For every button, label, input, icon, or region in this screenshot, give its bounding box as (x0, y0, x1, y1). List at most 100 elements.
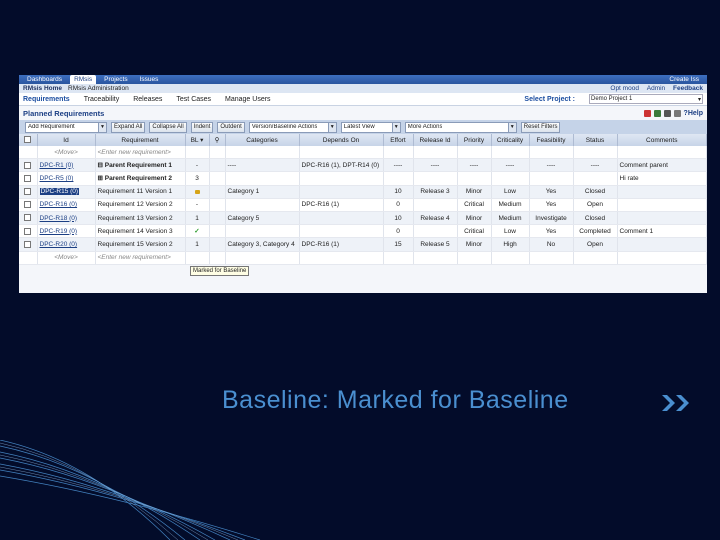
row-checkbox[interactable] (19, 185, 38, 199)
table-row[interactable]: DPC-R1 (0) ⊟ Parent Requirement 1- ---- DPC… (19, 158, 707, 173)
collapse-all-button[interactable]: Collapse All (149, 121, 187, 133)
latest-view-dropdown[interactable]: Latest View ▼ (340, 121, 401, 133)
cell-cat (225, 224, 300, 239)
cell-status: ---- (573, 158, 618, 173)
rmsis-home-link[interactable]: RMsis Home (23, 85, 62, 92)
select-all-checkbox[interactable] (19, 134, 38, 146)
row-checkbox[interactable] (19, 211, 38, 226)
cell-crit (491, 171, 530, 186)
row-checkbox[interactable] (19, 198, 38, 212)
row-checkbox[interactable] (19, 251, 38, 265)
cell-rel (413, 251, 458, 265)
new-requirement-row[interactable]: <Move> <Enter new requirement> (19, 251, 707, 265)
settings-icon[interactable] (663, 109, 671, 117)
project-select[interactable]: Demo Project 1 ▾ (589, 94, 703, 104)
col-header-categories[interactable]: Categories (225, 134, 300, 146)
col-header-effort[interactable]: Effort (383, 134, 414, 146)
table-row[interactable]: DPC-R19 (0) Requirement 14 Version 3 ✓ 0 Cri… (19, 224, 707, 239)
feedback-link[interactable]: Feedback (673, 85, 703, 92)
table-row[interactable]: DPC-R20 (0) Requirement 15 Version 2 1 Cate… (19, 237, 707, 252)
cell-req[interactable]: ⊞ Parent Requirement 2 (95, 171, 186, 186)
col-header-bl[interactable]: BL ▾ (185, 134, 210, 146)
cell-bl[interactable]: 1 (185, 211, 210, 226)
col-header-comments[interactable]: Comments (617, 134, 707, 146)
cell-req[interactable]: Requirement 11 Version 1 (95, 185, 186, 199)
col-header-status[interactable]: Status (573, 134, 618, 146)
excel-icon[interactable] (653, 109, 661, 117)
col-header-depends-on[interactable]: Depends On (299, 134, 384, 146)
tools-icon[interactable] (673, 109, 681, 117)
cell-id[interactable]: <Move> (37, 251, 96, 265)
col-header-release-id[interactable]: Release Id (413, 134, 458, 146)
add-requirement-dropdown[interactable]: Add Requirement ▼ (25, 121, 107, 133)
more-actions-dropdown[interactable]: More Actions ▼ (404, 121, 517, 133)
col-header-feasibility[interactable]: Feasibility (529, 134, 574, 146)
cell-id[interactable]: DPC-R5 (0) (37, 171, 96, 186)
cell-req[interactable]: ⊟ Parent Requirement 1 (95, 158, 186, 173)
cell-att (209, 198, 226, 212)
cell-req[interactable]: Requirement 13 Version 2 (95, 211, 186, 226)
breadcrumb: RMsis Home RMsis Administration Opt mood… (19, 84, 707, 93)
col-header-id[interactable]: Id (37, 134, 96, 146)
cell-req[interactable]: Requirement 14 Version 3 (95, 224, 186, 239)
baseline-actions-dropdown[interactable]: Version/Baseline Actions ▼ (248, 121, 337, 133)
cell-bl[interactable] (185, 251, 210, 265)
row-checkbox[interactable] (19, 237, 38, 252)
col-header-priority[interactable]: Priority (457, 134, 492, 146)
create-issue-link[interactable]: Create Iss (665, 76, 703, 83)
cell-req[interactable]: <Enter new requirement> (95, 251, 186, 265)
cell-pri: Critical (457, 224, 492, 239)
cell-bl[interactable] (185, 146, 210, 160)
cell-bl[interactable]: - (185, 158, 210, 173)
cell-req[interactable]: Requirement 12 Version 2 (95, 198, 186, 212)
tab-test-cases[interactable]: Test Cases (176, 96, 211, 103)
cell-id[interactable]: <Move> (37, 146, 96, 160)
row-checkbox[interactable] (19, 224, 38, 239)
cell-req[interactable]: Requirement 15 Version 2 (95, 237, 186, 252)
tab-requirements[interactable]: Requirements (23, 96, 70, 103)
rmsis-admin-link[interactable]: RMsis Administration (68, 85, 129, 92)
ops-link[interactable]: Opt mood (610, 85, 639, 92)
cell-feas: Investigate (529, 211, 574, 226)
reset-filters-button[interactable]: Reset Filters (520, 121, 561, 133)
cell-crit: Low (491, 224, 530, 239)
help-link[interactable]: ?Help (684, 110, 703, 117)
row-checkbox[interactable] (19, 158, 38, 173)
cell-id[interactable]: DPC-R18 (0) (37, 211, 96, 226)
cell-id[interactable]: DPC-R1 (0) (37, 158, 96, 173)
cell-bl[interactable]: 1 (185, 237, 210, 252)
new-requirement-row[interactable]: <Move> <Enter new requirement> (19, 146, 707, 160)
table-row[interactable]: DPC-R16 (0) Requirement 12 Version 2- DPC-… (19, 198, 707, 212)
nav-issues[interactable]: Issues (136, 76, 163, 83)
attachment-icon[interactable]: ⚲ (209, 134, 226, 146)
col-header-criticality[interactable]: Criticality (491, 134, 530, 146)
nav-rmsis[interactable]: RMsis (70, 75, 97, 84)
col-header-requirement[interactable]: Requirement (95, 134, 186, 146)
table-row[interactable]: DPC-R15 (0) Requirement 11 Version 1 Categ… (19, 185, 707, 199)
row-checkbox[interactable] (19, 171, 38, 186)
cell-bl[interactable] (185, 185, 210, 199)
cell-effort: 0 (383, 198, 414, 212)
cell-bl[interactable]: ✓ (185, 224, 210, 239)
indent-button[interactable]: Indent (190, 121, 214, 133)
cell-id[interactable]: DPC-R19 (0) (37, 224, 96, 239)
cell-req[interactable]: <Enter new requirement> (95, 146, 186, 160)
table-row[interactable]: DPC-R5 (0) ⊞ Parent Requirement 2 3 Hi rate (19, 171, 707, 186)
nav-dashboards[interactable]: Dashboards (23, 76, 66, 83)
pdf-icon[interactable] (643, 109, 651, 117)
outdent-button[interactable]: Outdent (217, 121, 245, 133)
cell-bl[interactable]: 3 (185, 171, 210, 186)
nav-projects[interactable]: Projects (100, 76, 131, 83)
tab-manage-users[interactable]: Manage Users (225, 96, 271, 103)
tab-releases[interactable]: Releases (133, 96, 162, 103)
tab-traceability[interactable]: Traceability (84, 96, 120, 103)
table-row[interactable]: DPC-R18 (0) Requirement 13 Version 2 1 Cate… (19, 211, 707, 226)
cell-id[interactable]: DPC-R16 (0) (37, 198, 96, 212)
cell-id[interactable]: DPC-R20 (0) (37, 237, 96, 252)
cell-bl[interactable]: - (185, 198, 210, 212)
expand-all-button[interactable]: Expand All (111, 121, 146, 133)
cell-pri: ---- (457, 158, 492, 173)
admin-link[interactable]: Admin (647, 85, 665, 92)
cell-id[interactable]: DPC-R15 (0) (37, 185, 96, 199)
row-checkbox[interactable] (19, 146, 38, 160)
